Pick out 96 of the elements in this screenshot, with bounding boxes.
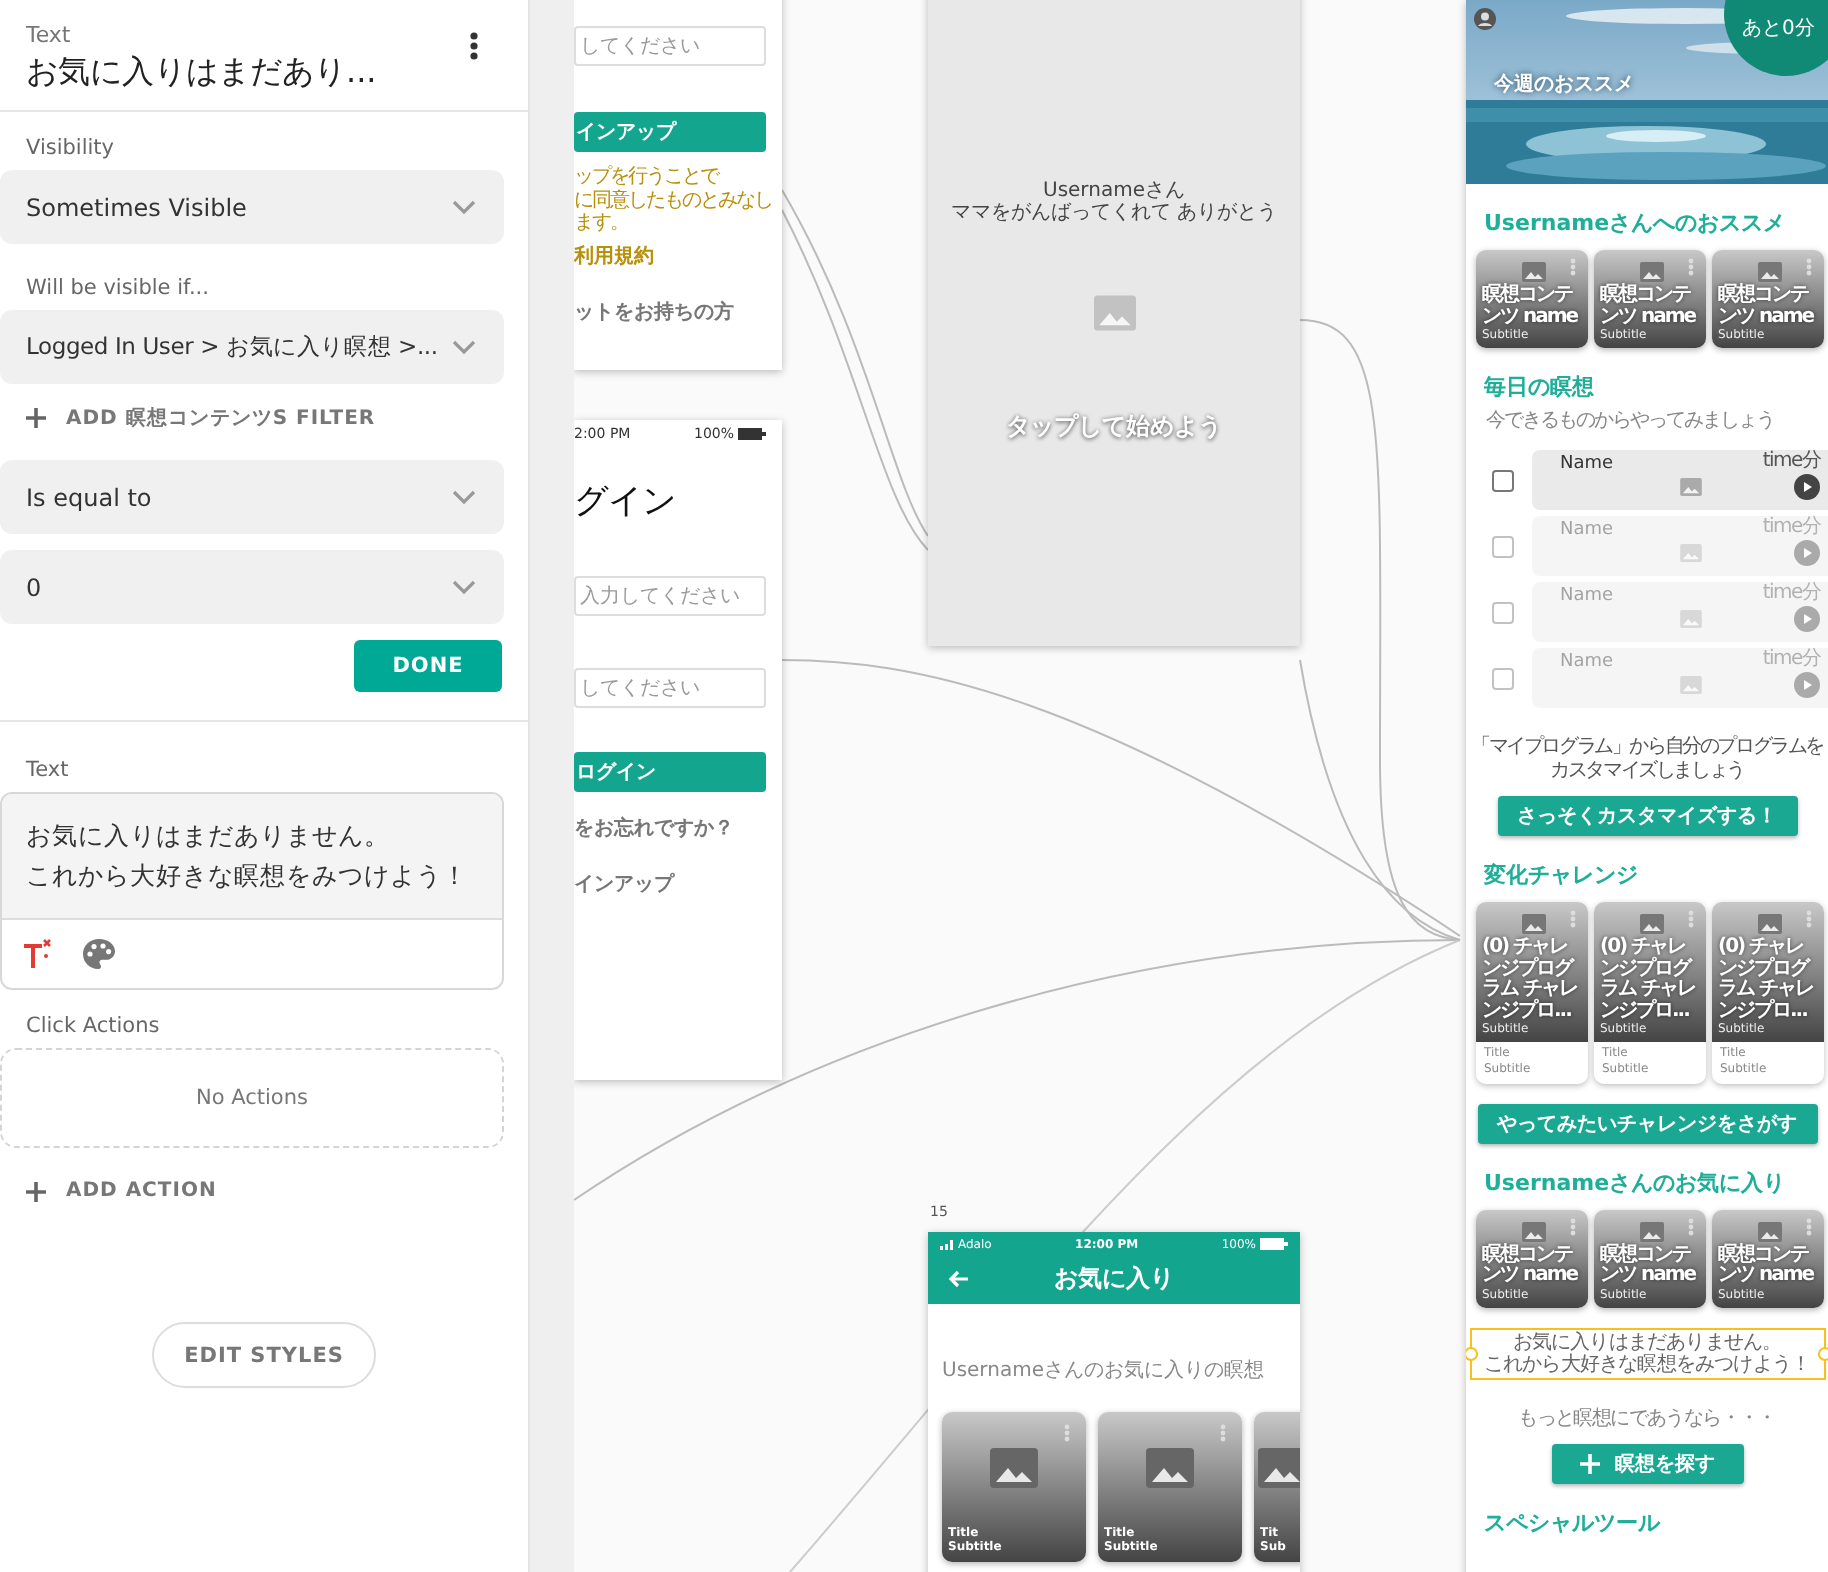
card-title: 瞑想コンテンツ name <box>1718 286 1816 328</box>
duration-text: time分 <box>1762 452 1820 472</box>
add-action-button[interactable]: ADD ACTION <box>0 1180 528 1202</box>
play-icon[interactable] <box>1794 474 1820 500</box>
terms-note: ップを行うことで <box>574 166 721 189</box>
section-title: 変化チャレンジ <box>1484 860 1640 890</box>
field-label: Will be visible if... <box>26 276 209 300</box>
empty-favorites-message: お気に入りはまだありません。 <box>1512 1331 1782 1354</box>
image-icon <box>1680 676 1702 694</box>
section-title: スペシャルツール <box>1484 1507 1662 1538</box>
field-label: Visibility <box>26 136 115 160</box>
card-title: (0) チャレンジプログラム チャレンジプロ... <box>1718 938 1815 1022</box>
chevron-down-icon <box>452 339 476 355</box>
empty-actions-text: No Actions <box>196 1086 308 1110</box>
text-line: これから大好きな瞑想をみつけよう！ <box>26 858 468 894</box>
field-label: Text <box>26 758 69 782</box>
tap-to-start-text: タップして始めよう <box>1006 410 1222 444</box>
screen-title: お気に入り <box>1054 1261 1174 1295</box>
image-icon <box>1519 262 1547 282</box>
meditation-name: Name <box>1560 520 1614 544</box>
add-filter-button[interactable]: ADD 瞑想コンテンツS FILTER <box>0 404 528 432</box>
hero-caption: 今週のおススメ <box>1494 71 1634 98</box>
image-icon <box>1680 610 1702 628</box>
chevron-down-icon <box>452 579 476 595</box>
section-title: 毎日の瞑想 <box>1484 372 1596 402</box>
selection-frame[interactable]: お気に入りはまだありません。 これから大好きな瞑想をみつけよう！ <box>1469 1327 1825 1380</box>
signal-icon <box>940 1239 954 1249</box>
section-title: Usernameさんのお気に入り <box>1484 1167 1788 1198</box>
email-field[interactable]: 入力してください <box>574 576 766 616</box>
visibility-dropdown[interactable]: Sometimes Visible <box>0 170 504 244</box>
greeting-text: Usernameさん <box>1043 182 1185 202</box>
image-icon <box>990 1448 1038 1488</box>
meditation-name: Name <box>1560 652 1614 676</box>
section-subtitle: 今できるものからやってみましょう <box>1486 408 1776 434</box>
image-icon <box>1519 1221 1547 1242</box>
avatar-icon[interactable] <box>1474 8 1496 30</box>
battery-icon <box>1259 1238 1288 1250</box>
image-icon <box>1755 914 1783 934</box>
image-icon <box>1146 1448 1194 1488</box>
image-icon <box>1637 914 1665 934</box>
forgot-password-link[interactable]: をお忘れですか？ <box>574 814 734 842</box>
checkbox[interactable] <box>1492 469 1514 491</box>
meditation-name: Name <box>1560 586 1614 610</box>
image-icon <box>1093 292 1135 334</box>
meditation-row[interactable]: Name time分 <box>1532 450 1828 510</box>
duration-text: time分 <box>1762 584 1820 604</box>
panel-label: Text <box>26 22 71 48</box>
image-icon <box>1680 544 1702 562</box>
greeting-text: ママをがんばってくれて ありがとう <box>950 203 1278 224</box>
meditation-name: Name <box>1560 454 1614 478</box>
card-title: 瞑想コンテンツ name <box>1718 1245 1816 1288</box>
prompt-text: もっと瞑想にであうなら・・・ <box>1518 1405 1776 1432</box>
card-title: (0) チャレンジプログラム チャレンジプロ... <box>1600 938 1697 1022</box>
card-title: (0) チャレンジプログラム チャレンジプロ... <box>1482 938 1579 1022</box>
empty-favorites-message: これから大好きな瞑想をみつけよう！ <box>1483 1353 1811 1376</box>
terms-note: に同意したものとみなします。 <box>574 189 774 235</box>
plus-icon <box>26 1181 46 1201</box>
magic-text-icon[interactable] <box>22 938 54 970</box>
image-icon <box>1680 478 1702 496</box>
card-title: 瞑想コンテンツ name <box>1600 1245 1698 1288</box>
card-title: 瞑想コンテンツ name <box>1600 286 1698 328</box>
customize-hint: カスタマイズしましょう <box>1550 760 1744 784</box>
signup-link[interactable]: インアップ <box>574 870 674 898</box>
image-icon <box>1755 1221 1783 1242</box>
image-icon <box>1755 262 1783 282</box>
value-dropdown[interactable]: 0 <box>0 550 504 624</box>
image-icon <box>1637 262 1665 282</box>
section-title: Usernameさんのお気に入りの瞑想 <box>942 1357 1266 1384</box>
chevron-down-icon <box>452 489 476 505</box>
text-line: お気に入りはまだありません。 <box>26 818 390 854</box>
card-title: 瞑想コンテンツ name <box>1482 1245 1580 1288</box>
more-icon[interactable] <box>470 32 478 60</box>
duration-text: time分 <box>1762 650 1820 670</box>
screen-title: グイン <box>574 480 676 524</box>
plus-icon <box>26 408 46 428</box>
input-field[interactable]: してください <box>574 26 766 66</box>
login-link[interactable]: ットをお持ちの方 <box>574 297 734 325</box>
plus-icon <box>1579 1453 1599 1474</box>
section-label: Click Actions <box>26 1014 160 1038</box>
component-title: お気に入りはまだあり... <box>26 52 377 94</box>
condition-dropdown[interactable]: Logged In User > お気に入り瞑想 >... <box>0 310 504 384</box>
text-input-field[interactable]: お気に入りはまだありません。 これから大好きな瞑想をみつけよう！ <box>2 794 502 920</box>
back-arrow-icon[interactable] <box>948 1269 968 1287</box>
image-icon <box>1258 1448 1300 1488</box>
image-icon <box>1637 1221 1665 1242</box>
image-icon <box>1519 914 1547 934</box>
palette-icon[interactable] <box>82 938 116 970</box>
customize-hint: 「マイプログラム」から自分のプログラムを <box>1470 736 1823 760</box>
section-title: Usernameさんへのおススメ <box>1484 208 1788 238</box>
duration-text: time分 <box>1762 518 1820 538</box>
edit-styles-button[interactable]: EDIT STYLES <box>152 1322 376 1388</box>
chevron-down-icon <box>452 199 476 215</box>
password-field[interactable]: してください <box>574 668 766 708</box>
card-title: 瞑想コンテンツ name <box>1482 286 1580 328</box>
battery-icon <box>738 428 766 440</box>
operator-dropdown[interactable]: Is equal to <box>0 460 504 534</box>
